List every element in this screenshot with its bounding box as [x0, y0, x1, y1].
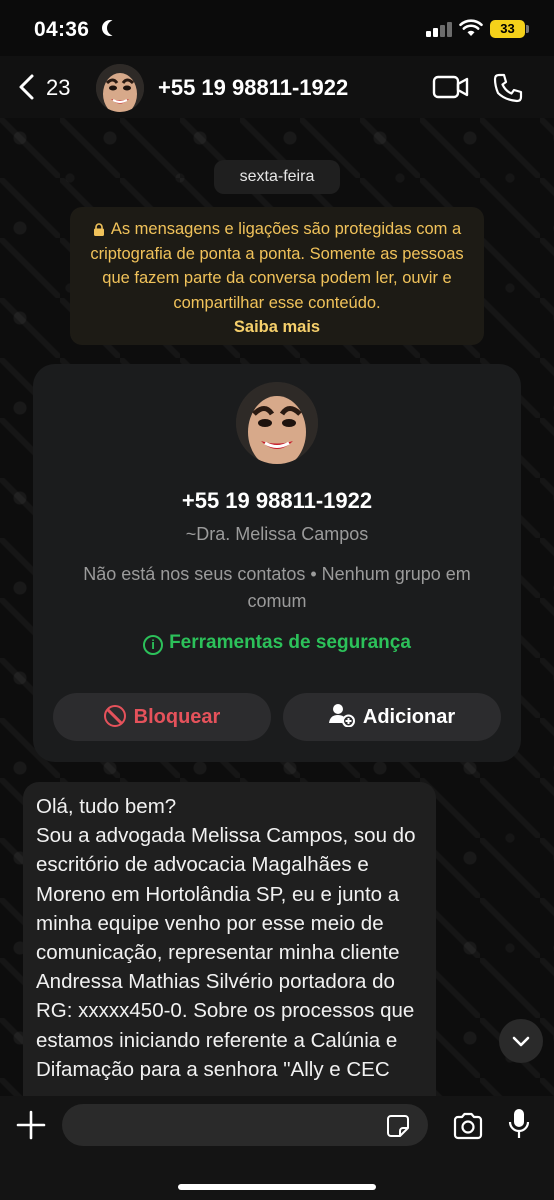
battery-nub: [526, 25, 529, 33]
safety-tools-link[interactable]: i Ferramentas de segurança: [33, 632, 521, 655]
learn-more-link[interactable]: Saiba mais: [82, 315, 472, 340]
chat-header: 23 +55 19 98811-1922: [0, 56, 554, 118]
sticker-icon[interactable]: [386, 1114, 410, 1138]
date-separator: sexta-feira: [214, 160, 340, 194]
back-unread-count[interactable]: 23: [46, 75, 70, 101]
avatar[interactable]: [236, 382, 318, 464]
add-contact-button[interactable]: Adicionar: [283, 693, 501, 741]
scroll-to-bottom-button[interactable]: [499, 1019, 543, 1063]
encryption-notice[interactable]: As mensagens e ligações são protegidas c…: [70, 207, 484, 345]
add-user-icon: [328, 704, 355, 727]
chat-title[interactable]: +55 19 98811-1922: [158, 75, 348, 101]
battery-icon: 33: [490, 20, 525, 38]
contact-push-name: ~Dra. Melissa Campos: [185, 524, 369, 544]
status-time: 04:36: [34, 18, 90, 41]
block-button-label: Bloquear: [133, 706, 221, 728]
add-contact-label: Adicionar: [362, 706, 456, 728]
home-indicator: [178, 1184, 376, 1190]
encryption-notice-text: As mensagens e ligações são protegidas c…: [90, 220, 464, 312]
camera-icon[interactable]: [452, 1112, 484, 1140]
plus-icon[interactable]: [16, 1110, 46, 1140]
phone-call-icon[interactable]: [492, 72, 524, 104]
safety-tools-label: Ferramentas de segurança: [169, 632, 411, 653]
wifi-icon: [459, 19, 483, 36]
chevron-down-icon: [512, 1036, 530, 1047]
status-bar: 04:36 33: [0, 0, 554, 56]
avatar[interactable]: [96, 64, 144, 112]
contact-info-card: +55 19 98811-1922 ~Dra. Melissa Campos N…: [33, 364, 521, 762]
contact-status-info: Não está nos seus contatos • Nenhum grup…: [83, 564, 471, 611]
lock-icon: [93, 223, 104, 236]
block-icon: [103, 705, 126, 727]
mic-icon[interactable]: [507, 1107, 531, 1143]
moon-icon: [107, 20, 123, 36]
contact-phone: +55 19 98811-1922: [181, 488, 373, 513]
back-chevron-icon[interactable]: [16, 73, 38, 101]
message-input[interactable]: [62, 1104, 428, 1146]
signal-icon: [426, 21, 452, 37]
block-button[interactable]: Bloquear: [53, 693, 271, 741]
video-call-icon[interactable]: [432, 74, 470, 100]
incoming-message[interactable]: Olá, tudo bem? Sou a advogada Melissa Ca…: [23, 782, 436, 1096]
info-icon: i: [143, 635, 164, 655]
